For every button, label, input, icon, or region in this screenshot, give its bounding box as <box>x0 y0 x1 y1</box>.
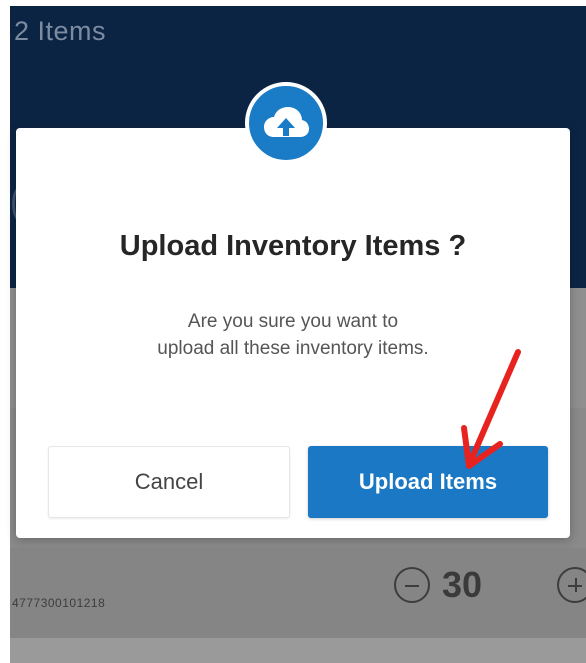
increment-icon[interactable] <box>557 567 586 603</box>
red-arrow-annotation-icon <box>461 349 521 469</box>
list-item <box>10 548 586 638</box>
cloud-upload-icon <box>264 107 309 137</box>
list-item <box>10 638 586 663</box>
page-title: 2 Items <box>14 16 107 46</box>
item-barcode: 4777300101218 <box>12 596 106 610</box>
quantity-value: 30 <box>442 564 483 605</box>
dialog-message-line: Are you sure you want to <box>187 311 399 332</box>
dialog-badge <box>245 82 327 164</box>
cancel-button[interactable]: Cancel <box>48 446 290 518</box>
dialog-title: Upload Inventory Items ? <box>119 230 467 262</box>
decrement-icon[interactable] <box>394 567 430 603</box>
